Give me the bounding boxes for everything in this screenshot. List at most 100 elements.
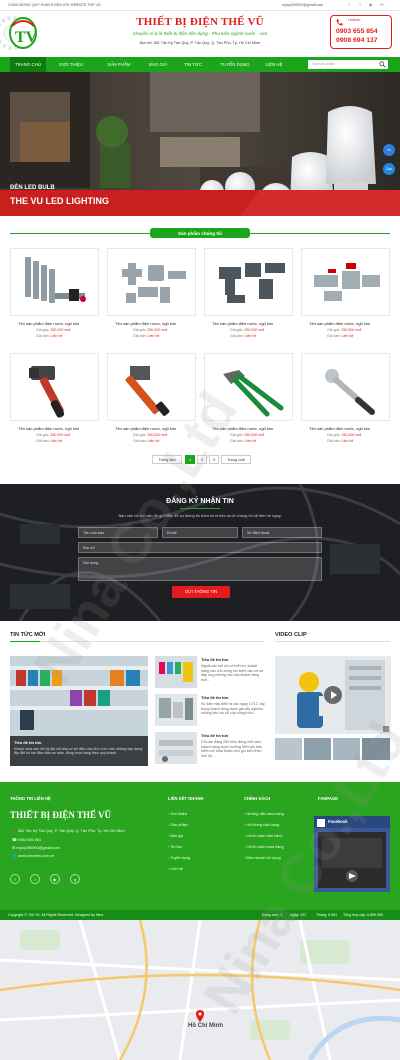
news-thumb[interactable]	[155, 732, 197, 764]
brand-name: THIẾT BỊ ĐIỆN THẾ VŨ	[136, 16, 264, 28]
product-old-price: Giá gốc: 250.000 vnđ	[230, 328, 265, 332]
copyright-text: Copyright © Thế Vũ. All Rights Reserved.…	[8, 913, 104, 917]
product-image[interactable]	[301, 248, 390, 316]
copyright-bar: Copyright © Thế Vũ. All Rights Reserved.…	[0, 910, 400, 920]
search-box[interactable]: Tìm sản phẩm	[308, 60, 388, 69]
product-image[interactable]	[204, 248, 293, 316]
footer-link[interactable]: ◦ Tuyển dụng	[168, 856, 190, 860]
welcome-text: CHÀO MỪNG QUÝ KHÁCH ĐẾN VỚI WEBSITE THẾ …	[8, 3, 101, 7]
footer-link[interactable]: ◦ Giới thiệu	[168, 812, 187, 816]
stat-total: Tổng truy cập: 6.899.399	[343, 913, 383, 917]
product-old-price: Giá gốc: 250.000 vnđ	[133, 328, 168, 332]
footer-google-icon[interactable]: g	[70, 874, 80, 884]
footer-info-title: THÔNG TIN LIÊN HỆ	[10, 796, 51, 801]
phone-field[interactable]: Số điện thoại	[242, 527, 322, 538]
phone-1[interactable]: 0903 655 854	[336, 28, 378, 35]
logo-text: TV	[15, 29, 38, 46]
send-button[interactable]: GỬI THÔNG TIN	[172, 586, 230, 598]
video-thumb[interactable]	[304, 738, 331, 760]
top-bar: CHÀO MỪNG QUÝ KHÁCH ĐẾN VỚI WEBSITE THẾ …	[0, 0, 400, 11]
zalo-icon[interactable]: Zalo	[383, 163, 395, 175]
product-old-price: Giá gốc: 250.000 vnđ	[327, 328, 362, 332]
video-thumb[interactable]	[275, 738, 302, 760]
twitter-icon[interactable]: t	[357, 2, 363, 8]
news-title[interactable]: Tiêu đề tin tức	[201, 733, 229, 738]
hero-banner[interactable]: ĐÈN LED BULB THE VU LED LIGHTING m Zalo	[0, 72, 400, 216]
product-price: Giá bán: Liên hệ	[36, 439, 63, 443]
product-old-price: Giá gốc: 250.000 vnđ	[36, 433, 71, 437]
banner-image	[0, 72, 400, 216]
footer-link[interactable]: ◦ Báo giá	[168, 834, 183, 838]
footer-brand: THIẾT BỊ ĐIỆN THẾ VŨ	[10, 810, 112, 820]
footer-link[interactable]: ◦ Sản phẩm	[168, 823, 188, 827]
nav-news[interactable]: TIN TỨC	[176, 57, 210, 72]
product-image[interactable]	[301, 353, 390, 421]
footer-facebook-icon[interactable]: f	[10, 874, 20, 884]
product-image[interactable]	[10, 353, 99, 421]
news-thumb[interactable]	[155, 694, 197, 726]
nav-jobs[interactable]: TUYỂN DỤNG	[212, 57, 258, 72]
product-price: Giá bán: Liên hệ	[327, 334, 354, 338]
tagline: Chuyên sỉ & lẻ thiết bị điện dân dụng - …	[132, 31, 268, 36]
main-nav: TRANG CHỦ GIỚI THIỆU SẢN PHẨM BÁO GIÁ TI…	[0, 57, 400, 72]
footer-policy[interactable]: ◦ Hướng dẫn mua hàng	[244, 812, 284, 816]
footer-phone[interactable]: ☎ 0903 655 854	[12, 837, 41, 842]
news-title[interactable]: Tiêu đề tin tức	[201, 695, 229, 700]
footer-link[interactable]: ◦ Tin tức	[168, 845, 182, 849]
search-icon[interactable]	[379, 61, 386, 68]
search-input[interactable]: Tìm sản phẩm	[312, 62, 335, 66]
footer-website[interactable]: 🌐 www.tvinmien.com.vn	[12, 853, 54, 858]
messenger-icon[interactable]: m	[383, 144, 395, 156]
logo-icon[interactable]: TV	[8, 14, 38, 50]
product-image[interactable]	[10, 248, 99, 316]
product-old-price: Giá gốc: 250.000 vnđ	[36, 328, 71, 332]
banner-line-2: THE VU LED LIGHTING	[10, 196, 109, 206]
product-price: Giá bán: Liên hệ	[133, 334, 160, 338]
pagination-last[interactable]: Trang cuối	[221, 455, 251, 464]
nav-products[interactable]: SẢN PHẨM	[96, 57, 142, 72]
products-section-title: Sản phẩm chúng tôi	[150, 228, 250, 238]
product-name[interactable]: Tên sản phẩm điện nước, ngũ kim	[115, 321, 176, 326]
footer-twitter-icon[interactable]: t	[30, 874, 40, 884]
news-featured-desc: Khách mua cần hỏi kỹ địa chỉ của cơ sở đ…	[14, 747, 143, 755]
news-featured-caption: Tiêu đề tin tức Khách mua cần hỏi kỹ địa…	[10, 736, 148, 766]
product-name[interactable]: Tên sản phẩm điện nước, ngũ kim	[212, 321, 273, 326]
google-plus-icon[interactable]: G+	[379, 2, 385, 8]
video-divider	[275, 641, 390, 642]
footer-policy-title: CHÍNH SÁCH	[244, 796, 271, 801]
footer-policy[interactable]: ◦ Hệ thống cửa hàng	[244, 823, 279, 827]
subscribe-description: Bạn cần hỗ trợ vấn đề gì? Hãy để lại thô…	[118, 513, 282, 518]
footer-email[interactable]: ✉ mywy250000@gmail.com	[12, 845, 60, 850]
product-price: Giá bán: Liên hệ	[327, 439, 354, 443]
news-desc: Sự kiện này diễn ra vào ngày 17/12, tập …	[201, 702, 265, 716]
footer-youtube-icon[interactable]: ▶	[50, 874, 60, 884]
product-name[interactable]: Tên sản phẩm điện nước, ngũ kim	[18, 321, 79, 326]
product-name[interactable]: Tên sản phẩm điện nước, ngũ kim	[18, 426, 79, 431]
nav-home[interactable]: TRANG CHỦ	[10, 57, 46, 72]
product-price: Giá bán: Liên hệ	[230, 334, 257, 338]
footer-policy[interactable]: ◦ Chính sách bảo hành	[244, 834, 283, 838]
youtube-icon[interactable]: ▶	[368, 2, 374, 8]
play-icon[interactable]	[323, 685, 343, 705]
stat-month: Tháng: 5.961	[316, 913, 338, 917]
news-thumb[interactable]	[155, 656, 197, 688]
video-section-title: VIDEO CLIP	[275, 632, 307, 638]
footer-link[interactable]: ◦ Liên hệ	[168, 867, 183, 871]
nav-contact[interactable]: LIÊN HỆ	[258, 57, 290, 72]
product-name[interactable]: Tên sản phẩm điện nước, ngũ kim	[309, 426, 370, 431]
banner-line-1: ĐÈN LED BULB	[10, 185, 55, 191]
phone-2[interactable]: 0908 694 137	[336, 37, 378, 44]
product-image[interactable]	[107, 248, 196, 316]
hotline-box[interactable]: Hotline: 0903 655 854 0908 694 137	[330, 15, 392, 49]
top-email[interactable]: mywy250000@gmail.com	[282, 3, 323, 7]
facebook-icon[interactable]: f	[346, 2, 352, 8]
map-pin-icon[interactable]	[196, 1010, 204, 1022]
news-title[interactable]: Tiêu đề tin tức	[201, 657, 229, 662]
footer-links-title: LIÊN KẾT NHANH	[168, 796, 204, 801]
footer-address: 📍 361 Tân Kỳ Tân Quý, P. Tân Quý, Q. Tân…	[12, 829, 125, 833]
news-featured-title[interactable]: Tiêu đề tin tức	[14, 740, 144, 745]
product-name[interactable]: Tên sản phẩm điện nước, ngũ kim	[309, 321, 370, 326]
section-divider-right	[250, 233, 390, 234]
nav-pricing[interactable]: BÁO GIÁ	[142, 57, 174, 72]
nav-about[interactable]: GIỚI THIỆU	[50, 57, 92, 72]
